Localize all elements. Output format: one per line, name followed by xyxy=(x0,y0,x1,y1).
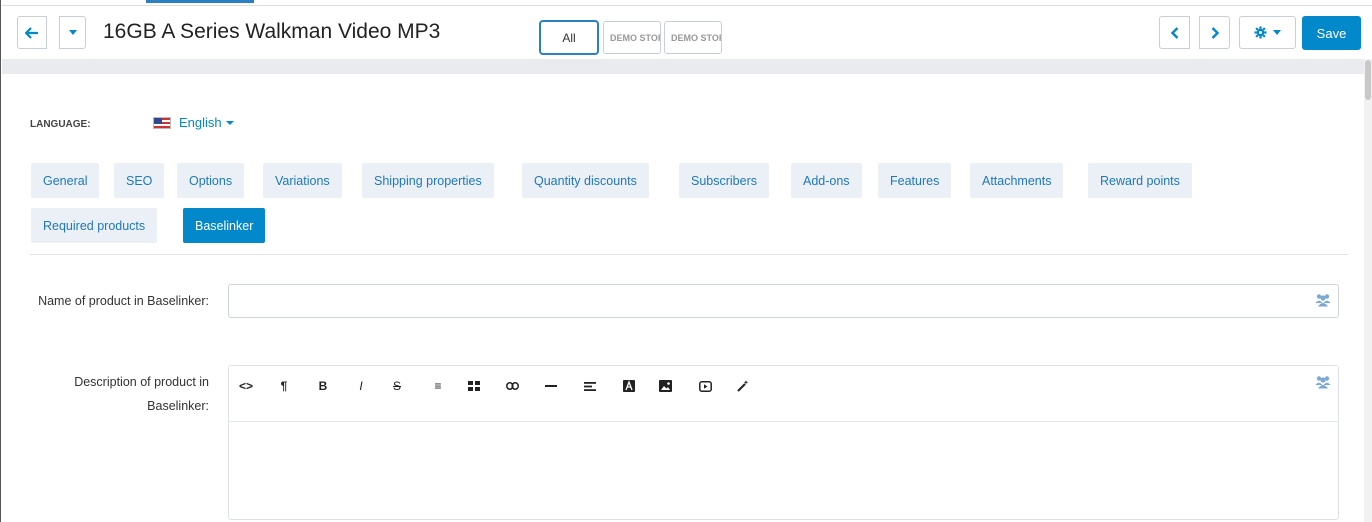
tab-seo[interactable]: SEO xyxy=(114,163,165,198)
product-editor-page: 16GB A Series Walkman Video MP3 All DEMO… xyxy=(0,0,1372,522)
code-view-icon[interactable]: <> xyxy=(235,375,257,397)
name-field-label: Name of product in Baselinker: xyxy=(38,294,209,308)
tab-quantity-discounts[interactable]: Quantity discounts xyxy=(522,163,649,198)
store-selector-all[interactable]: All xyxy=(539,20,599,55)
chevron-down-icon xyxy=(68,30,77,35)
language-caret-icon xyxy=(225,120,234,125)
link-icon[interactable] xyxy=(501,375,523,397)
align-icon[interactable] xyxy=(579,375,601,397)
image-icon[interactable] xyxy=(654,375,676,397)
users-icon[interactable] xyxy=(1315,375,1331,389)
baselinker-name-input[interactable] xyxy=(228,284,1339,318)
table-icon[interactable] xyxy=(463,375,485,397)
bold-icon[interactable]: B xyxy=(312,375,334,397)
tab-required-products[interactable]: Required products xyxy=(31,208,158,243)
settings-dropdown-button[interactable] xyxy=(1239,16,1296,49)
store-all-label: All xyxy=(562,30,576,45)
gear-icon xyxy=(1254,26,1267,39)
scrollbar-thumb[interactable] xyxy=(1365,60,1371,100)
editor-content[interactable] xyxy=(229,422,1338,519)
store-demo-1[interactable]: DEMO STORE xyxy=(603,21,661,54)
back-arrow-icon xyxy=(25,26,38,39)
tab-variations[interactable]: Variations xyxy=(263,163,342,198)
tab-features[interactable]: Features xyxy=(878,163,952,198)
magic-wand-icon[interactable] xyxy=(732,375,754,397)
font-color-icon[interactable] xyxy=(618,375,640,397)
tab-baselinker[interactable]: Baselinker xyxy=(183,208,266,243)
editor-toolbar: <> ¶ B I S ≡ xyxy=(229,366,1338,422)
store-demo-1-label: DEMO STORE xyxy=(610,32,660,43)
back-menu-button[interactable] xyxy=(59,16,86,49)
chevron-right-icon xyxy=(1211,26,1219,39)
strikethrough-icon[interactable]: S xyxy=(386,375,408,397)
italic-icon[interactable]: I xyxy=(350,375,372,397)
settings-caret-icon xyxy=(1273,30,1281,35)
action-bar: 16GB A Series Walkman Video MP3 All DEMO… xyxy=(2,5,1372,59)
language-selector[interactable]: English xyxy=(153,115,234,130)
description-field-label: Description of product in Baselinker: xyxy=(74,375,209,413)
tab-options[interactable]: Options xyxy=(177,163,245,198)
save-button[interactable]: Save xyxy=(1302,16,1361,50)
paragraph-icon[interactable]: ¶ xyxy=(273,375,295,397)
scrollbar[interactable] xyxy=(1364,59,1372,522)
users-icon[interactable] xyxy=(1315,293,1331,307)
tabs-divider xyxy=(30,254,1348,255)
previous-product-button[interactable] xyxy=(1159,16,1190,49)
language-label: LANGUAGE: xyxy=(30,119,91,130)
tab-subscribers[interactable]: Subscribers xyxy=(679,163,769,198)
back-button[interactable] xyxy=(17,16,47,49)
unordered-list-icon[interactable]: ≡ xyxy=(427,375,449,397)
next-product-button[interactable] xyxy=(1199,16,1230,49)
tab-shipping-properties[interactable]: Shipping properties xyxy=(362,163,494,198)
horizontal-rule-icon[interactable] xyxy=(540,375,562,397)
store-demo-2-label: DEMO STORE xyxy=(671,32,721,43)
tab-reward-points[interactable]: Reward points xyxy=(1088,163,1192,198)
tab-add-ons[interactable]: Add-ons xyxy=(791,163,862,198)
us-flag-icon xyxy=(153,116,171,129)
header-divider xyxy=(2,59,1365,74)
language-value: English xyxy=(179,115,222,130)
top-accent-bar xyxy=(146,0,254,3)
video-icon[interactable] xyxy=(694,375,716,397)
tab-attachments[interactable]: Attachments xyxy=(970,163,1064,198)
tab-general[interactable]: General xyxy=(31,163,100,198)
chevron-left-icon xyxy=(1170,26,1178,39)
page-title: 16GB A Series Walkman Video MP3 xyxy=(103,20,441,43)
store-demo-2[interactable]: DEMO STORE xyxy=(664,21,722,54)
baselinker-description-editor[interactable]: <> ¶ B I S ≡ xyxy=(228,365,1339,520)
